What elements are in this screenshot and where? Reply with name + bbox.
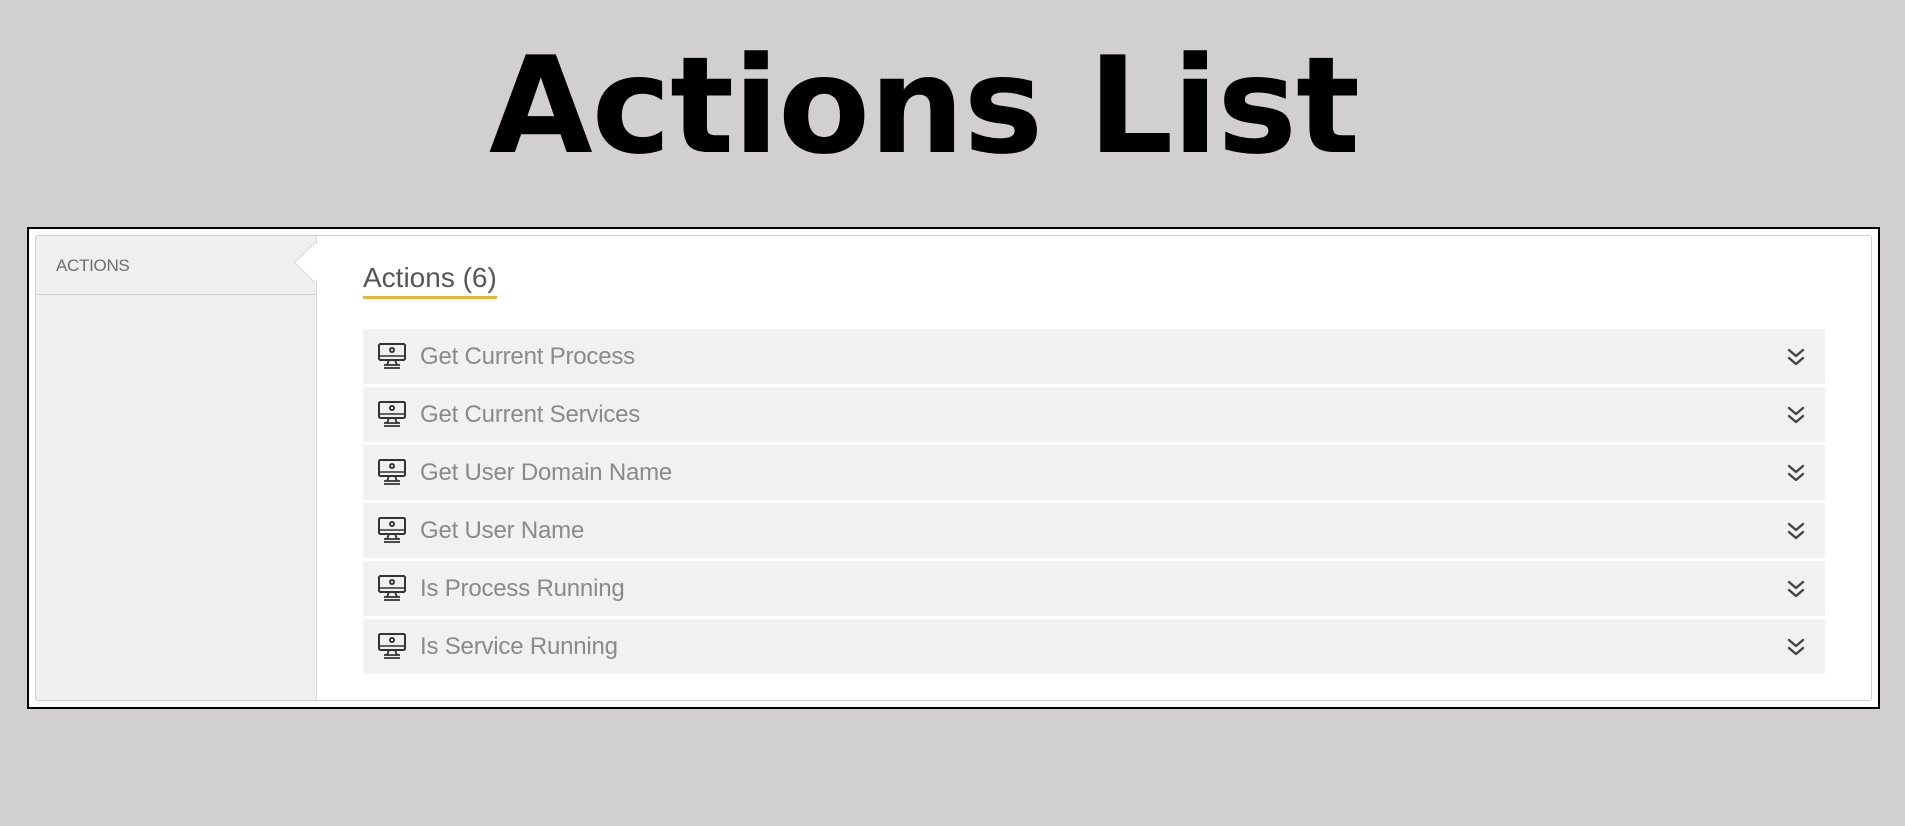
action-item-get-current-services[interactable]: Get Current Services (363, 387, 1825, 442)
action-label: Get User Domain Name (420, 459, 673, 486)
screenshot-frame: ACTIONS Actions (6) Get Current Process (27, 227, 1880, 709)
action-label: Get User Name (420, 517, 585, 544)
action-label: Is Service Running (420, 633, 618, 660)
sidebar-tab-label: ACTIONS (56, 256, 130, 275)
monitor-gear-icon (378, 575, 406, 601)
chevron-double-down-icon[interactable] (1787, 521, 1805, 541)
action-label: Get Current Services (420, 401, 641, 428)
actions-panel: ACTIONS Actions (6) Get Current Process (35, 235, 1872, 701)
action-list: Get Current Process Get Current Services (363, 329, 1825, 677)
chevron-double-down-icon[interactable] (1787, 347, 1805, 367)
action-item-is-service-running[interactable]: Is Service Running (363, 619, 1825, 674)
monitor-gear-icon (378, 517, 406, 543)
page-title: Actions List (488, 28, 1360, 184)
action-label: Get Current Process (420, 343, 635, 370)
chevron-double-down-icon[interactable] (1787, 579, 1805, 599)
action-item-get-user-name[interactable]: Get User Name (363, 503, 1825, 558)
sidebar-tab-actions[interactable]: ACTIONS (36, 236, 316, 295)
chevron-double-down-icon[interactable] (1787, 637, 1805, 657)
monitor-gear-icon (378, 401, 406, 427)
action-item-get-current-process[interactable]: Get Current Process (363, 329, 1825, 384)
monitor-gear-icon (378, 343, 406, 369)
chevron-double-down-icon[interactable] (1787, 405, 1805, 425)
action-label: Is Process Running (420, 575, 625, 602)
action-item-is-process-running[interactable]: Is Process Running (363, 561, 1825, 616)
monitor-gear-icon (378, 633, 406, 659)
main-content: Actions (6) Get Current Process Get Curr… (317, 236, 1871, 700)
actions-header: Actions (6) (363, 262, 497, 299)
sidebar: ACTIONS (36, 236, 317, 700)
action-item-get-user-domain-name[interactable]: Get User Domain Name (363, 445, 1825, 500)
monitor-gear-icon (378, 459, 406, 485)
chevron-double-down-icon[interactable] (1787, 463, 1805, 483)
